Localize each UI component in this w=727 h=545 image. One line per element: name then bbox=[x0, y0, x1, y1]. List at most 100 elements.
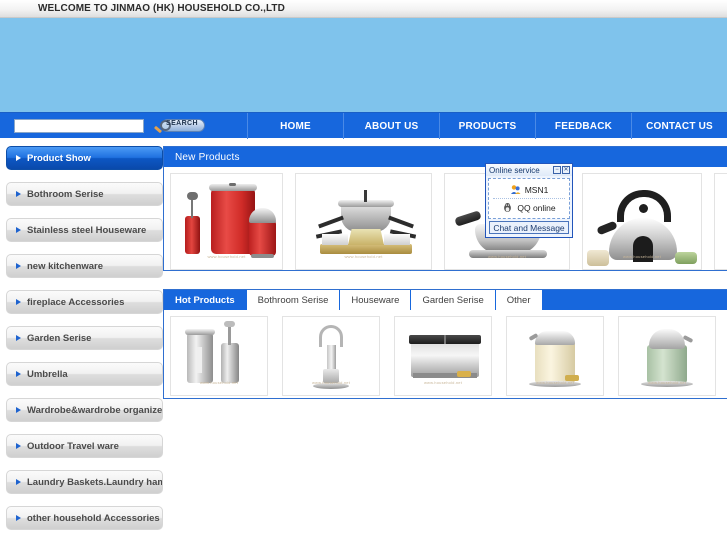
product-card: www.household.net pedal bin PB0020 bbox=[394, 316, 492, 398]
watermark: www.household.net bbox=[344, 254, 383, 259]
sidebar-item-label: Wardrobe&wardrobe organizer bbox=[27, 404, 163, 416]
product-image-fondue-set[interactable]: www.household.net bbox=[295, 173, 432, 270]
close-icon[interactable]: ✕ bbox=[562, 166, 570, 174]
watermark: www.household.net bbox=[423, 380, 463, 385]
product-caption[interactable]: pedal bin PB0020 bbox=[394, 396, 492, 398]
tab-houseware[interactable]: Houseware bbox=[340, 290, 412, 310]
new-products-panel: New Products more bbox=[163, 146, 727, 271]
sidebar-item-label: Garden Serise bbox=[27, 332, 92, 344]
chevron-right-icon bbox=[16, 227, 21, 233]
online-service-titlebar: Online service − ✕ bbox=[486, 164, 572, 176]
nav-item-feedback[interactable]: FEEDBACK bbox=[535, 113, 631, 139]
sidebar-item-label: Stainless steel Houseware bbox=[27, 224, 147, 236]
product-card: www.household.net Paper Holder&Toilet br… bbox=[170, 316, 268, 398]
hot-products-tabbar: Hot Products Bothroom Serise Houseware G… bbox=[164, 290, 727, 310]
qq-penguin-icon bbox=[504, 203, 512, 212]
tab-bathroom-serise[interactable]: Bothroom Serise bbox=[246, 290, 341, 310]
main-content: New Products more bbox=[163, 138, 727, 539]
sidebar-item-stainless-steel-houseware[interactable]: Stainless steel Houseware bbox=[6, 218, 163, 242]
chevron-right-icon bbox=[16, 335, 21, 341]
chevron-right-icon bbox=[16, 371, 21, 377]
sidebar-item-label: Bothroom Serise bbox=[27, 188, 104, 200]
new-products-title: New Products bbox=[175, 151, 240, 163]
search-input[interactable] bbox=[14, 118, 144, 133]
sidebar-item-wardrobe-organizer[interactable]: Wardrobe&wardrobe organizer bbox=[6, 398, 163, 422]
tab-hot-products[interactable]: Hot Products bbox=[164, 290, 247, 310]
online-service-qq-row[interactable]: QQ online bbox=[489, 199, 569, 216]
product-caption[interactable]: Paper Holder&Toilet brush(ST0012) bbox=[170, 396, 268, 398]
nav-item-about-us[interactable]: ABOUT US bbox=[343, 113, 439, 139]
search-button[interactable]: SEARCH bbox=[153, 118, 205, 134]
sidebar-item-umbrella[interactable]: Umbrella bbox=[6, 362, 163, 386]
product-card: www.household.net undry Basket SET(ST001… bbox=[170, 173, 283, 270]
sidebar-item-other-household-accessories[interactable]: other household Accessories bbox=[6, 506, 163, 530]
sidebar-item-product-show[interactable]: Product Show bbox=[6, 146, 163, 170]
product-image-red-laundry-bin[interactable]: www.household.net bbox=[170, 173, 283, 270]
sidebar-item-label: other household Accessories bbox=[27, 512, 160, 524]
nav-item-products[interactable]: PRODUCTS bbox=[439, 113, 535, 139]
product-card: www.household.net whistling kettle(WK000… bbox=[582, 173, 702, 270]
online-service-window-buttons: − ✕ bbox=[553, 166, 570, 174]
product-image-paper-holder[interactable]: www.household.net bbox=[170, 316, 268, 396]
chevron-right-icon bbox=[16, 299, 21, 305]
watermark: www.household.net bbox=[622, 254, 662, 259]
chat-and-message-button[interactable]: Chat and Message bbox=[489, 221, 569, 234]
online-service-title: Online service bbox=[489, 165, 540, 175]
nav-links: HOME ABOUT US PRODUCTS FEEDBACK CONTACT … bbox=[247, 113, 727, 139]
msn-icon bbox=[510, 185, 521, 194]
product-caption[interactable]: pedal bin pb0003 bbox=[618, 396, 716, 398]
welcome-text: WELCOME TO JINMAO (HK) HOUSEHOLD CO.,LTD bbox=[38, 3, 285, 14]
site-banner bbox=[0, 18, 727, 112]
sidebar-item-laundry-baskets[interactable]: Laundry Baskets.Laundry hamper bbox=[6, 470, 163, 494]
tab-other[interactable]: Other bbox=[495, 290, 543, 310]
product-image-toilet-brush-stand[interactable]: www.household.net bbox=[282, 316, 380, 396]
sidebar-item-garden-serise[interactable]: Garden Serise bbox=[6, 326, 163, 350]
online-service-msn-row[interactable]: MSN1 bbox=[489, 181, 569, 198]
sidebar-item-label: Umbrella bbox=[27, 368, 68, 380]
chevron-right-icon bbox=[16, 479, 21, 485]
tab-garden-serise[interactable]: Garden Serise bbox=[411, 290, 496, 310]
search-button-label: SEARCH bbox=[166, 119, 198, 127]
nav-item-home[interactable]: HOME bbox=[247, 113, 343, 139]
category-sidebar: Product Show Bothroom Serise Stainless s… bbox=[0, 138, 163, 539]
chevron-right-icon bbox=[16, 191, 21, 197]
minimize-icon[interactable]: − bbox=[553, 166, 561, 174]
sidebar-item-label: Laundry Baskets.Laundry hamper bbox=[27, 476, 162, 488]
product-image-green-pedal-bin[interactable]: www.household.net bbox=[618, 316, 716, 396]
chevron-right-icon bbox=[16, 155, 21, 161]
watermark: www.household.net bbox=[311, 380, 351, 385]
product-image-cream-pedal-bin[interactable]: www.household.net bbox=[506, 316, 604, 396]
product-image-rect-pedal-bin[interactable]: www.household.net bbox=[394, 316, 492, 396]
nav-item-contact-us[interactable]: CONTACT US bbox=[631, 113, 727, 139]
sidebar-item-label: Outdoor Travel ware bbox=[27, 440, 119, 452]
sidebar-item-outdoor-travel-ware[interactable]: Outdoor Travel ware bbox=[6, 434, 163, 458]
hot-products-panel: Hot Products Bothroom Serise Houseware G… bbox=[163, 289, 727, 399]
page-body: Product Show Bothroom Serise Stainless s… bbox=[0, 138, 727, 539]
product-image-partial[interactable] bbox=[714, 173, 727, 270]
watermark: www.household.net bbox=[487, 254, 527, 259]
new-products-header: New Products more bbox=[164, 147, 727, 167]
product-card: www.household.net pedal bin pb0007 bbox=[506, 316, 604, 398]
sidebar-item-bathroom-serise[interactable]: Bothroom Serise bbox=[6, 182, 163, 206]
chevron-right-icon bbox=[16, 263, 21, 269]
product-card: www.household.net fondue set& Food warme… bbox=[295, 173, 432, 270]
watermark: www.household.net bbox=[647, 380, 687, 385]
new-products-list: www.household.net undry Basket SET(ST001… bbox=[164, 167, 727, 270]
product-image-chrome-kettle[interactable]: www.household.net bbox=[582, 173, 702, 270]
chevron-right-icon bbox=[16, 515, 21, 521]
chevron-right-icon bbox=[16, 443, 21, 449]
watermark: www.household.net bbox=[199, 380, 239, 385]
online-service-panel[interactable]: Online service − ✕ MSN1 QQ online Chat a… bbox=[485, 163, 573, 238]
product-card: www.household.net pedal bin pb0003 bbox=[618, 316, 716, 398]
sidebar-item-label: fireplace Accessories bbox=[27, 296, 125, 308]
main-navigation-bar: SEARCH HOME ABOUT US PRODUCTS FEEDBACK C… bbox=[0, 112, 727, 139]
hot-products-list: www.household.net Paper Holder&Toilet br… bbox=[164, 310, 727, 398]
product-card: www.household.net Toilet Brush&Toilet Br… bbox=[282, 316, 380, 398]
online-service-body: MSN1 QQ online bbox=[488, 178, 570, 219]
sidebar-item-new-kitchenware[interactable]: new kitchenware bbox=[6, 254, 163, 278]
sidebar-item-fireplace-accessories[interactable]: fireplace Accessories bbox=[6, 290, 163, 314]
product-caption[interactable]: Toilet Brush&Toilet Brush Holder(ST0002) bbox=[282, 396, 380, 398]
welcome-bar: WELCOME TO JINMAO (HK) HOUSEHOLD CO.,LTD bbox=[0, 0, 727, 18]
sidebar-item-label: Product Show bbox=[27, 152, 91, 164]
product-caption[interactable]: pedal bin pb0007 bbox=[506, 396, 604, 398]
